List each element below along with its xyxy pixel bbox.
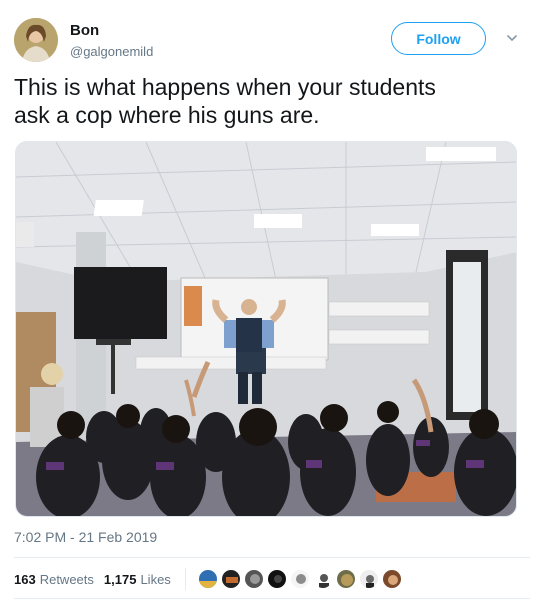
likes-count: 1,175: [103, 571, 137, 587]
author-handle[interactable]: @galgonemild: [70, 43, 153, 60]
divider-bottom: [14, 598, 530, 599]
chevron-down-icon[interactable]: [504, 30, 520, 46]
liker-avatar-8[interactable]: [358, 569, 379, 589]
liker-avatar-6[interactable]: [312, 569, 333, 589]
likes-label: Likes: [140, 571, 171, 587]
tweet-timestamp[interactable]: 7:02 PM - 21 Feb 2019: [14, 528, 157, 546]
classroom-photo: [16, 142, 516, 516]
tweet-photo[interactable]: [15, 141, 517, 517]
liker-avatar-5[interactable]: [289, 569, 310, 589]
retweets-stat[interactable]: 163 Retweets: [14, 572, 94, 587]
tweet-text-line-2: ask a cop where his guns are.: [14, 102, 320, 128]
retweets-count: 163: [14, 571, 36, 587]
follow-button[interactable]: Follow: [391, 22, 486, 55]
author-info: Bon @galgonemild: [70, 21, 153, 60]
engagement-stats: 163 Retweets 1,175 Likes: [14, 568, 405, 590]
liker-avatar-1[interactable]: [197, 569, 218, 589]
liker-avatar-4[interactable]: [266, 569, 287, 589]
stats-separator: [184, 568, 186, 590]
author-avatar[interactable]: [14, 18, 58, 62]
author-display-name[interactable]: Bon: [70, 21, 153, 40]
liker-avatar-2[interactable]: [220, 569, 241, 589]
tweet-header: Bon @galgonemild Follow: [14, 16, 530, 64]
liker-avatar-7[interactable]: [335, 569, 356, 589]
liker-avatar-3[interactable]: [243, 569, 264, 589]
liker-avatars: [197, 569, 405, 589]
divider-top: [14, 557, 530, 558]
tweet-text-line-1: This is what happens when your students: [14, 74, 436, 100]
tweet-text: This is what happens when your students …: [14, 73, 524, 129]
liker-avatar-9[interactable]: [381, 569, 402, 589]
retweets-label: Retweets: [39, 571, 94, 587]
likes-stat[interactable]: 1,175 Likes: [104, 572, 171, 587]
